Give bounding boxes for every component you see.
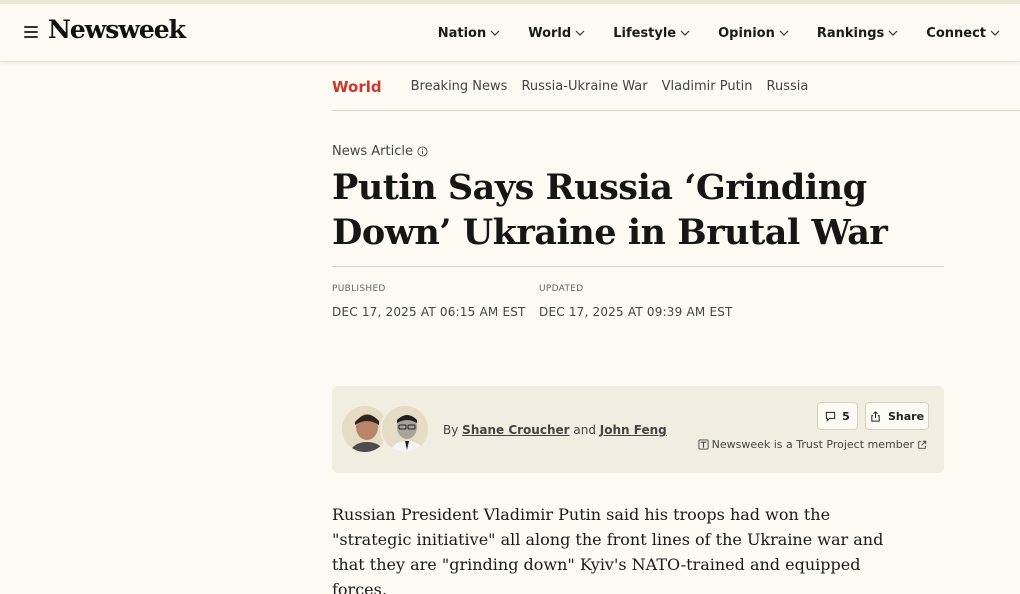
main-nav: Nation World Lifestyle Opinion Rankings … xyxy=(410,4,1000,62)
chevron-down-icon xyxy=(490,30,500,36)
topic-link[interactable]: Breaking News xyxy=(411,79,508,94)
article-headline: Putin Says Russia ‘Grinding Down’ Ukrain… xyxy=(332,167,888,253)
author-photo-icon xyxy=(382,406,428,452)
comment-icon xyxy=(826,411,836,422)
trust-project-icon xyxy=(698,439,709,450)
site-logo[interactable]: Newsweek xyxy=(48,15,186,44)
section-link-world[interactable]: World xyxy=(332,78,382,96)
comments-button[interactable]: 5 xyxy=(817,402,858,430)
published-label: PUBLISHED xyxy=(332,284,386,294)
topic-link[interactable]: Russia-Ukraine War xyxy=(521,79,647,94)
updated-label: UPDATED xyxy=(539,284,584,294)
nav-lifestyle[interactable]: Lifestyle xyxy=(613,26,690,41)
nav-label: Lifestyle xyxy=(613,25,677,41)
chevron-down-icon xyxy=(575,30,585,36)
author-link[interactable]: Shane Croucher xyxy=(462,423,569,437)
byline-conjunction: and xyxy=(573,423,596,437)
trust-project-text: Newsweek is a Trust Project member xyxy=(711,438,914,451)
topic-subnav: World Breaking News Russia-Ukraine War V… xyxy=(332,63,1020,111)
trust-project-link[interactable]: Newsweek is a Trust Project member xyxy=(695,438,930,451)
article-type-text: News Article xyxy=(332,144,413,159)
nav-rankings[interactable]: Rankings xyxy=(817,26,898,41)
author-link[interactable]: John Feng xyxy=(600,423,667,437)
info-icon[interactable] xyxy=(417,146,428,157)
nav-opinion[interactable]: Opinion xyxy=(718,26,789,41)
chevron-down-icon xyxy=(779,30,789,36)
chevron-down-icon xyxy=(680,30,690,36)
divider xyxy=(332,266,944,267)
share-button[interactable]: Share xyxy=(865,402,929,430)
author-avatar[interactable] xyxy=(380,404,430,454)
share-label: Share xyxy=(887,409,925,423)
nav-label: Connect xyxy=(926,25,986,41)
nav-connect[interactable]: Connect xyxy=(926,26,1000,41)
article-type-label: News Article xyxy=(332,144,428,159)
nav-label: World xyxy=(528,25,572,41)
nav-label: Opinion xyxy=(718,25,775,41)
byline: By Shane Croucher and John Feng xyxy=(443,423,667,437)
nav-nation[interactable]: Nation xyxy=(438,26,501,41)
published-date: DEC 17, 2025 AT 06:15 AM EST xyxy=(332,305,526,319)
chevron-down-icon xyxy=(990,30,1000,36)
nav-label: Nation xyxy=(437,25,487,41)
site-header: Newsweek Nation World Lifestyle Opinion … xyxy=(0,4,1020,62)
hamburger-menu-icon[interactable] xyxy=(24,26,38,38)
nav-world[interactable]: World xyxy=(528,26,585,41)
nav-label: Rankings xyxy=(816,25,885,41)
byline-box: By Shane Croucher and John Feng 5 Share … xyxy=(332,386,944,473)
chevron-down-icon xyxy=(888,30,898,36)
article-body-paragraph: Russian President Vladimir Putin said hi… xyxy=(332,505,884,594)
share-icon xyxy=(871,410,880,422)
updated-date: DEC 17, 2025 AT 09:39 AM EST xyxy=(539,305,733,319)
byline-prefix: By xyxy=(443,423,459,437)
topic-link[interactable]: Vladimir Putin xyxy=(662,79,753,94)
external-link-icon xyxy=(918,440,927,449)
topic-link[interactable]: Russia xyxy=(767,79,809,94)
comments-count: 5 xyxy=(842,409,850,423)
